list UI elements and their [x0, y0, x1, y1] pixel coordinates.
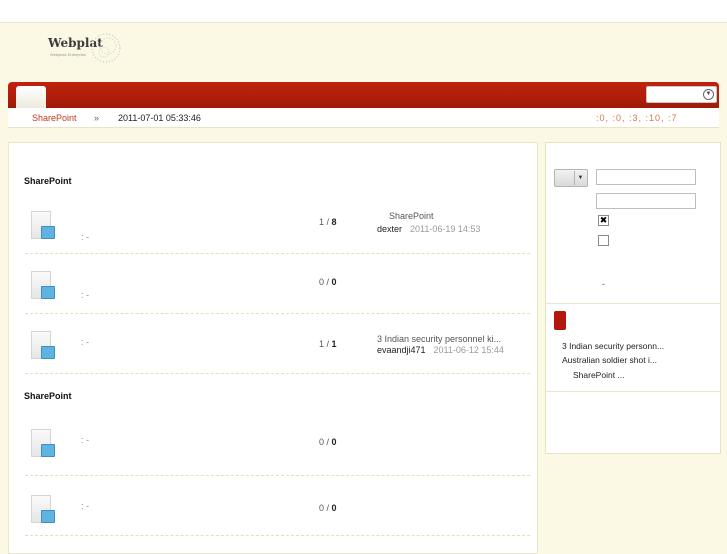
nav-search-select[interactable]: ▼	[646, 86, 717, 103]
forum-meta: : -	[81, 501, 89, 511]
forum-count: 1 / 8	[319, 217, 337, 227]
option-checkbox[interactable]	[598, 235, 609, 246]
forum-list-panel: SharePoint : - 1 / 8 SharePoint dexter 20…	[8, 142, 538, 554]
last-post-title[interactable]: SharePoint	[389, 211, 434, 221]
forum-row: : - 1 / 1 3 Indian security personnel ki…	[25, 313, 530, 374]
forum-meta: : -	[81, 290, 89, 300]
forum-meta: : -	[81, 232, 89, 242]
chevron-down-icon[interactable]: ▼	[574, 171, 586, 185]
sidebar-divider	[546, 391, 720, 392]
sidebar-divider	[546, 303, 720, 304]
forum-file-icon	[31, 495, 55, 523]
forum-count: 0 / 0	[319, 437, 337, 447]
current-datetime: 2011-07-01 05:33:46	[118, 113, 201, 123]
forum-count: 0 / 0	[319, 503, 337, 513]
main-nav-bar: ▼	[8, 82, 719, 109]
last-post-by: evaandji471 2011-06-12 15:44	[377, 345, 504, 355]
site-logo[interactable]: Webplat Webplatz Enterprise	[48, 30, 128, 74]
remember-checkbox[interactable]: ✖	[598, 215, 609, 226]
forum-row: : - 1 / 8 SharePoint dexter 2011-06-19 14…	[25, 193, 530, 254]
forum-file-icon	[31, 429, 55, 457]
news-link[interactable]: SharePoint ...	[573, 370, 625, 380]
forum-count: 1 / 1	[319, 339, 337, 349]
password-input[interactable]	[596, 193, 696, 209]
logo-subtitle: Webplatz Enterprise	[50, 52, 86, 57]
logo-swirl-icon	[91, 33, 121, 63]
news-link[interactable]: 3 Indian security personn...	[562, 341, 664, 351]
forum-meta: : -	[81, 435, 89, 445]
last-post-time: 2011-06-19 14:53	[410, 224, 481, 234]
last-post-user[interactable]: evaandji471	[377, 345, 426, 355]
forum-count: 0 / 0	[319, 277, 337, 287]
sidebar-dash: -	[602, 279, 605, 289]
forum-file-icon	[31, 331, 55, 359]
forum-row: : - 0 / 0	[25, 253, 530, 314]
chevron-down-icon[interactable]: ▼	[703, 89, 714, 100]
section-title-2[interactable]: SharePoint	[24, 391, 72, 401]
forum-meta: : -	[81, 337, 89, 347]
last-post-user[interactable]: dexter	[377, 224, 402, 234]
last-post-by: dexter 2011-06-19 14:53	[377, 224, 480, 234]
forum-file-icon	[31, 211, 55, 239]
forum-row: : - 0 / 0	[25, 475, 530, 536]
username-input[interactable]	[596, 169, 696, 185]
news-marker-icon	[554, 311, 566, 330]
top-strip	[0, 0, 727, 23]
nav-tab-home[interactable]	[16, 86, 46, 109]
sidebar-panel: ▼ ✖ - 3 Indian security personn... Austr…	[545, 142, 721, 454]
info-bar: SharePoint » 2011-07-01 05:33:46 :0, :0,…	[8, 108, 719, 128]
breadcrumb-sharepoint[interactable]: SharePoint	[32, 113, 77, 123]
forum-file-icon	[31, 271, 55, 299]
last-post-title[interactable]: 3 Indian security personnel ki...	[377, 334, 501, 344]
breadcrumb-separator: »	[94, 113, 100, 123]
last-post-time: 2011-06-12 15:44	[433, 345, 504, 355]
forum-row: : - 0 / 0	[25, 415, 530, 476]
login-type-select[interactable]: ▼	[554, 169, 588, 187]
forum-stats: :0, :0, :3, :10, :7	[596, 113, 678, 123]
news-link[interactable]: Australian soldier shot i...	[562, 355, 657, 365]
section-title-1[interactable]: SharePoint	[24, 176, 72, 186]
